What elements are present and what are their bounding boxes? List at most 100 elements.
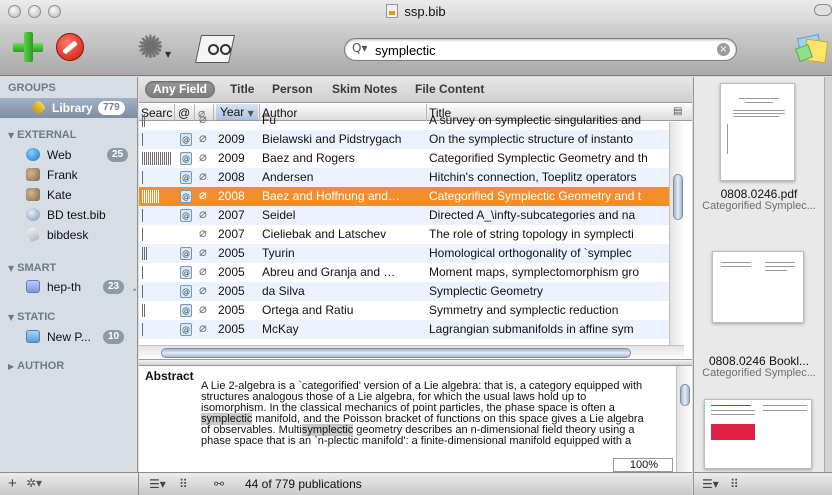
chevron-down-icon: ▼ xyxy=(165,50,172,59)
clear-search-icon[interactable]: × xyxy=(717,43,730,56)
scroll-thumb[interactable] xyxy=(680,384,690,406)
notes-button[interactable] xyxy=(795,32,829,66)
sidebar-item-new-p[interactable]: New P... 10 xyxy=(0,327,137,347)
list-view-icon[interactable]: ☰▾ xyxy=(702,477,719,491)
search-field[interactable]: Q▾ × xyxy=(344,38,737,61)
attachment-icon[interactable]: ⌀ xyxy=(199,283,207,298)
sidebar-item-bibdesk[interactable]: bibdesk xyxy=(0,225,137,245)
table-row[interactable]: @ ⌀ 2005 Ortega and Ratiu Symmetry and sympl… xyxy=(139,301,669,320)
link-icon[interactable]: ⚯ xyxy=(214,477,224,491)
attachment-icon[interactable]: ⌀ xyxy=(199,169,207,184)
table-vertical-scrollbar[interactable] xyxy=(669,122,685,359)
pane-splitter[interactable] xyxy=(139,359,692,366)
abstract-scrollbar[interactable] xyxy=(676,366,692,472)
window-title: ssp.bib xyxy=(0,4,832,19)
url-icon[interactable]: @ xyxy=(180,304,192,317)
scope-file-content[interactable]: File Content xyxy=(407,81,492,98)
attachment-icon[interactable]: ⌀ xyxy=(199,321,207,336)
url-icon[interactable]: @ xyxy=(180,285,192,298)
table-row[interactable]: @ ⌀ 2005 McKay Lagrangian submanifolds in af… xyxy=(139,320,669,339)
disclosure-triangle-icon[interactable]: ▼ xyxy=(8,313,14,322)
globe-icon xyxy=(26,148,40,161)
table-row[interactable]: @ ⌀ 2009 Baez and Rogers Categorified Symple… xyxy=(139,149,669,168)
table-horizontal-scrollbar[interactable] xyxy=(139,345,684,359)
attachment-icon[interactable]: ⌀ xyxy=(199,207,207,222)
scope-person[interactable]: Person xyxy=(264,81,321,98)
table-row[interactable]: @ ⌀ 2009 Bielawski and Pidstrygach On the sy… xyxy=(139,130,669,149)
url-icon[interactable]: @ xyxy=(180,209,192,222)
scope-any-field[interactable]: Any Field xyxy=(145,81,216,98)
url-icon[interactable]: @ xyxy=(180,190,192,203)
url-icon[interactable]: @ xyxy=(180,266,192,279)
preview-button[interactable] xyxy=(195,33,236,65)
list-view-icon[interactable]: ☰▾ xyxy=(149,477,166,491)
disclosure-triangle-icon[interactable]: ▼ xyxy=(8,131,14,140)
icon-view-icon[interactable]: ⠿ xyxy=(730,477,739,491)
relevance-bar xyxy=(142,190,160,203)
file-name: 0808.0246 Bookl... xyxy=(708,354,810,368)
preview-splitter[interactable] xyxy=(824,77,832,472)
add-publication-button[interactable] xyxy=(13,32,43,62)
attachment-icon[interactable]: ⌀ xyxy=(199,226,207,241)
table-row[interactable]: @ ⌀ 2005 Abreu and Granja and … Moment maps,… xyxy=(139,263,669,282)
attachment-icon[interactable]: ⌀ xyxy=(199,112,207,127)
static-header[interactable]: ▼ STATIC xyxy=(8,311,55,323)
document-thumbnail[interactable] xyxy=(704,399,812,469)
url-icon[interactable]: @ xyxy=(180,133,192,146)
column-chooser-icon[interactable]: ▤ xyxy=(673,106,682,117)
scroll-thumb[interactable] xyxy=(161,348,631,358)
sidebar-item-hep-th[interactable]: hep-th 23 xyxy=(0,277,137,297)
booklet-thumbnail[interactable] xyxy=(712,251,804,323)
attachment-icon[interactable]: ⌀ xyxy=(199,264,207,279)
table-row[interactable]: @ ⌀ 2008 Andersen Hitchin's connection, Toep… xyxy=(139,168,669,187)
cell-year: 2009 xyxy=(218,151,245,165)
toolbar-toggle-button[interactable] xyxy=(814,4,832,16)
delete-publication-button[interactable] xyxy=(56,33,84,61)
scroll-thumb[interactable] xyxy=(673,174,683,220)
smart-header[interactable]: ▼ SMART xyxy=(8,262,56,274)
sidebar-item-label: bibdesk xyxy=(47,228,89,242)
external-header[interactable]: ▼ EXTERNAL xyxy=(8,129,76,141)
search-input[interactable] xyxy=(375,42,705,58)
scope-skim-notes[interactable]: Skim Notes xyxy=(324,81,405,98)
relevance-bar xyxy=(142,114,145,127)
group-view-icon[interactable]: ⠿ xyxy=(179,477,188,491)
sidebar-item-library[interactable]: Library 779 xyxy=(0,98,137,118)
table-row[interactable]: ⌀ Fu A survey on symplectic singularities … xyxy=(139,111,669,130)
attachment-icon[interactable]: ⌀ xyxy=(199,188,207,203)
relevance-bar xyxy=(142,228,144,241)
disclosure-triangle-icon[interactable]: ▶ xyxy=(8,362,14,371)
sidebar-item-kate[interactable]: Kate xyxy=(0,185,137,205)
author-header[interactable]: ▶ AUTHOR xyxy=(8,360,64,372)
attachment-icon[interactable]: ⌀ xyxy=(199,150,207,165)
attachment-icon[interactable]: ⌀ xyxy=(199,245,207,260)
group-action-button[interactable]: ✲▾ xyxy=(26,476,42,490)
sidebar-item-frank[interactable]: Frank xyxy=(0,165,137,185)
pdf-thumbnail[interactable] xyxy=(720,83,795,181)
cell-year: 2005 xyxy=(218,303,245,317)
attachment-icon[interactable]: ⌀ xyxy=(199,302,207,317)
scope-title[interactable]: Title xyxy=(222,81,262,98)
url-icon[interactable]: @ xyxy=(180,323,192,336)
table-row[interactable]: @ ⌀ 2007 Seidel Directed A_\infty-subcategor… xyxy=(139,206,669,225)
add-group-button[interactable]: + xyxy=(8,475,17,492)
file-name: 0808.0246.pdf xyxy=(720,187,798,201)
file-subtitle: Categorified Symplec... xyxy=(702,367,816,379)
sidebar-item-web[interactable]: Web 25 xyxy=(0,145,137,165)
url-icon[interactable]: @ xyxy=(180,152,192,165)
table-row[interactable]: ⌀ 2007 Cieliebak and Latschev The role of s… xyxy=(139,225,669,244)
search-icon[interactable]: Q▾ xyxy=(352,41,367,55)
zoom-field[interactable]: 100% xyxy=(613,458,673,472)
attachment-icon[interactable]: ⌀ xyxy=(199,131,207,146)
table-row[interactable]: @ ⌀ 2005 Tyurin Homological orthogonality of… xyxy=(139,244,669,263)
url-icon xyxy=(26,208,40,221)
abstract-pane: Abstract A Lie 2-algebra is a `categorif… xyxy=(139,366,692,472)
gear-icon xyxy=(137,28,164,66)
action-menu-button[interactable]: ▼ xyxy=(137,28,172,66)
disclosure-triangle-icon[interactable]: ▼ xyxy=(8,264,14,273)
table-row[interactable]: @ ⌀ 2008 Baez and Hoffnung and… Categorified… xyxy=(139,187,669,206)
table-row[interactable]: @ ⌀ 2005 da Silva Symplectic Geometry xyxy=(139,282,669,301)
url-icon[interactable]: @ xyxy=(180,247,192,260)
url-icon[interactable]: @ xyxy=(180,171,192,184)
sidebar-item-bd-test[interactable]: BD test.bib xyxy=(0,205,137,225)
